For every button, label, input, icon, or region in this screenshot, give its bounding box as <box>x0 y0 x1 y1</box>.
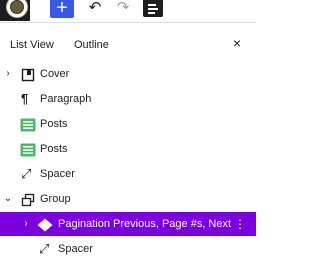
tree-item-posts[interactable]: Posts <box>0 112 256 136</box>
plus-icon: + <box>56 0 68 19</box>
editor-toolbar: + ↶ ↷ <box>0 0 256 23</box>
tab-list-view[interactable]: List View <box>10 39 54 51</box>
tree-item-spacer[interactable]: ⤢ Spacer <box>0 162 256 186</box>
site-logo-image <box>6 0 28 18</box>
panel-tabs: List View Outline × <box>0 34 256 58</box>
tree-item-label: Spacer <box>58 243 93 255</box>
list-view-icon <box>148 4 156 6</box>
spacer-icon: ⤢ <box>39 241 50 256</box>
tree-item-label: Group <box>40 193 71 205</box>
list-view-icon-line <box>148 12 155 14</box>
tree-item-label: Cover <box>40 68 70 80</box>
tree-item-paragraph[interactable]: ¶ Paragraph <box>0 87 256 111</box>
tree-item-label: Posts <box>40 118 68 130</box>
redo-button[interactable]: ↷ <box>114 0 132 18</box>
paragraph-icon: ¶ <box>21 91 29 106</box>
tab-outline[interactable]: Outline <box>74 39 109 51</box>
pagination-icon <box>37 217 53 232</box>
tree-item-label: Posts <box>40 143 68 155</box>
options-icon[interactable]: ⋮ <box>234 212 246 236</box>
tree-item-label: Spacer <box>40 168 75 180</box>
site-logo[interactable] <box>0 0 30 21</box>
group-icon <box>21 192 35 207</box>
redo-icon: ↷ <box>116 0 130 16</box>
tree-item-group[interactable]: ⌄ Group <box>0 187 256 211</box>
undo-button[interactable]: ↶ <box>86 0 104 18</box>
list-view-button[interactable] <box>143 0 163 17</box>
tree-item-cover[interactable]: › Cover <box>0 62 256 86</box>
tree-item-posts[interactable]: Posts <box>0 137 256 161</box>
posts-icon <box>20 117 36 132</box>
tree-item-label: Paragraph <box>40 93 92 105</box>
chevron-right-icon[interactable]: › <box>21 212 31 236</box>
cover-icon <box>21 67 35 82</box>
undo-icon: ↶ <box>88 0 102 16</box>
chevron-right-icon[interactable]: › <box>3 62 13 86</box>
close-icon[interactable]: × <box>230 36 244 50</box>
chevron-down-icon[interactable]: ⌄ <box>3 187 13 211</box>
tree-item-spacer[interactable]: ⤢ Spacer <box>0 237 256 261</box>
add-block-button[interactable]: + <box>50 0 74 18</box>
tree-item-pagination[interactable]: › Pagination Previous, Page #s, Next ⋮ <box>0 212 256 236</box>
tree-item-label: Pagination Previous, Page #s, Next <box>58 218 232 230</box>
posts-icon <box>20 142 36 157</box>
spacer-icon: ⤢ <box>21 166 32 181</box>
list-view-icon-line <box>148 8 158 10</box>
